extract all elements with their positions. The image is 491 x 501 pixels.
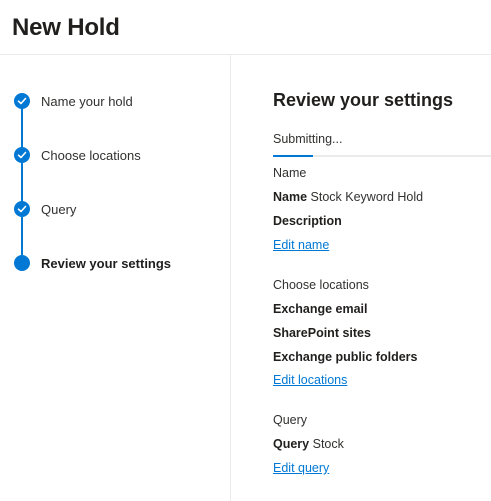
edit-name-link[interactable]: Edit name — [273, 238, 329, 252]
query-value: Stock — [312, 437, 344, 451]
checkmark-icon — [14, 201, 30, 217]
location-item: Exchange public folders — [273, 350, 418, 364]
step-connector — [21, 217, 23, 255]
step-name-your-hold[interactable]: Name your hold — [14, 91, 133, 111]
step-label: Name your hold — [41, 93, 133, 109]
new-hold-wizard: New Hold Name your hold Choose locations… — [0, 0, 491, 501]
progress-bar — [273, 155, 491, 157]
section-title: Review your settings — [273, 90, 454, 110]
step-query[interactable]: Query — [14, 199, 76, 219]
current-step-dot-icon — [14, 255, 30, 271]
review-panel: Review your settings Submitting... Name … — [273, 55, 491, 501]
progress-indicator — [273, 155, 313, 157]
status-text: Submitting... — [273, 132, 343, 146]
location-item: Exchange email — [273, 302, 368, 316]
location-item: SharePoint sites — [273, 326, 371, 340]
panel-divider — [230, 55, 231, 501]
step-label: Review your settings — [41, 255, 172, 271]
query-section-heading: Query — [273, 413, 308, 427]
query-row: Query Stock — [273, 437, 344, 451]
checkmark-icon — [14, 93, 30, 109]
edit-locations-link[interactable]: Edit locations — [273, 373, 347, 387]
description-label: Description — [273, 214, 342, 228]
locations-section-heading: Choose locations — [273, 278, 369, 292]
page-title: New Hold — [12, 14, 120, 41]
checkmark-icon — [14, 147, 30, 163]
step-label: Choose locations — [41, 147, 141, 163]
name-label: Name — [273, 190, 308, 204]
name-section-heading: Name — [273, 166, 307, 180]
step-review-your-settings[interactable]: Review your settings — [14, 253, 171, 273]
wizard-steps: Name your hold Choose locations Query Re… — [0, 55, 230, 501]
name-value: Stock Keyword Hold — [310, 190, 424, 204]
name-row: Name Stock Keyword Hold — [273, 190, 423, 204]
step-label: Query — [41, 201, 77, 217]
step-connector — [21, 163, 23, 201]
step-connector — [21, 109, 23, 147]
query-label: Query — [273, 437, 310, 451]
edit-query-link[interactable]: Edit query — [273, 461, 329, 475]
step-choose-locations[interactable]: Choose locations — [14, 145, 141, 165]
